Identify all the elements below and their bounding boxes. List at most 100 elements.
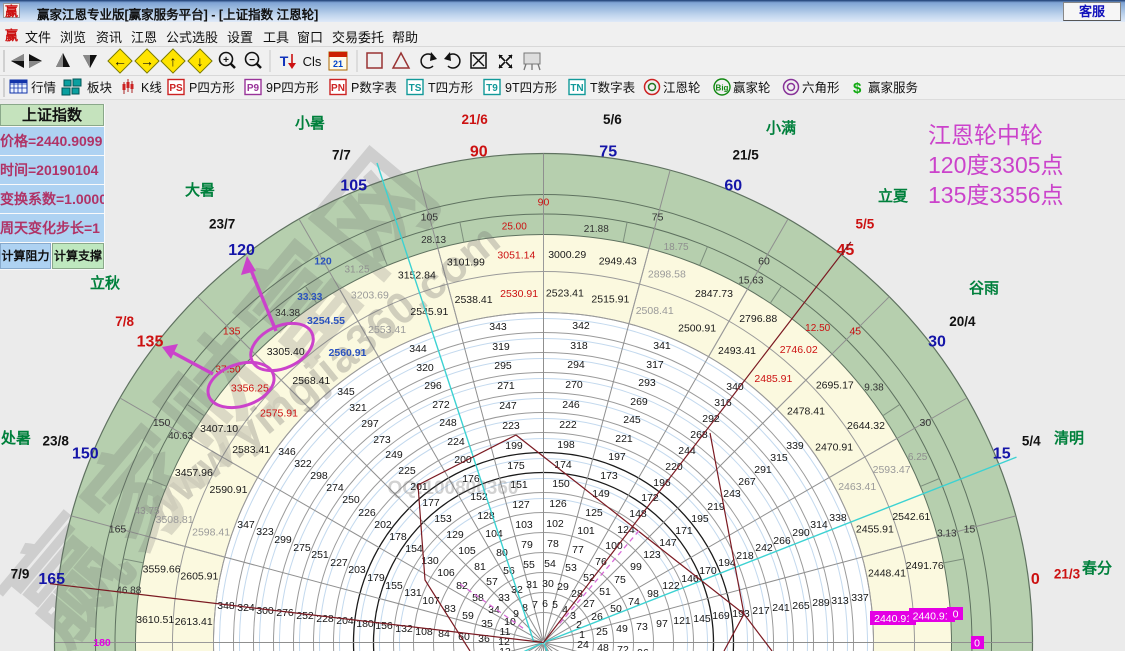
svg-text:154: 154 (405, 543, 423, 555)
svg-text:15.63: 15.63 (738, 276, 763, 287)
svg-text:15: 15 (964, 523, 976, 535)
svg-text:TS: TS (409, 83, 422, 94)
svg-text:58: 58 (472, 592, 484, 604)
svg-text:101: 101 (577, 525, 595, 537)
svg-text:252: 252 (296, 610, 314, 622)
svg-text:150: 150 (72, 446, 99, 463)
svg-text:3305.40: 3305.40 (267, 346, 305, 358)
svg-text:120度3305点: 120度3305点 (928, 152, 1064, 178)
svg-text:PN: PN (331, 83, 345, 94)
svg-text:199: 199 (505, 440, 523, 452)
svg-text:105: 105 (340, 177, 367, 194)
svg-text:274: 274 (326, 482, 344, 494)
svg-text:203: 203 (348, 564, 366, 576)
svg-text:21/6: 21/6 (461, 112, 488, 127)
svg-text:31.25: 31.25 (344, 264, 369, 275)
svg-text:171: 171 (675, 525, 693, 537)
svg-text:165: 165 (109, 523, 127, 535)
svg-text:29: 29 (557, 581, 569, 593)
svg-text:春分: 春分 (1082, 559, 1112, 577)
svg-text:18.75: 18.75 (664, 242, 689, 253)
svg-text:13: 13 (499, 646, 511, 651)
svg-text:245: 245 (623, 414, 641, 426)
svg-text:322: 322 (294, 458, 312, 470)
svg-text:338: 338 (829, 512, 847, 524)
svg-text:150: 150 (153, 417, 171, 429)
svg-text:3356.25: 3356.25 (231, 382, 269, 394)
svg-text:75: 75 (599, 144, 617, 161)
svg-text:K线: K线 (141, 81, 162, 95)
svg-text:28.13: 28.13 (421, 235, 446, 246)
svg-text:150: 150 (552, 478, 570, 490)
svg-text:275: 275 (293, 542, 311, 554)
svg-text:2448.41: 2448.41 (868, 568, 906, 580)
svg-text:Cls: Cls (303, 54, 322, 69)
svg-text:223: 223 (502, 420, 520, 432)
svg-text:0: 0 (1031, 571, 1040, 588)
svg-text:248: 248 (439, 417, 457, 429)
svg-text:3: 3 (570, 610, 576, 622)
svg-text:297: 297 (361, 418, 379, 430)
svg-text:2613.41: 2613.41 (175, 616, 213, 628)
svg-text:200: 200 (454, 454, 472, 466)
svg-text:30: 30 (542, 578, 554, 590)
svg-text:121: 121 (673, 615, 691, 627)
svg-text:2590.91: 2590.91 (210, 484, 248, 496)
svg-text:344: 344 (409, 343, 427, 355)
svg-text:77: 77 (572, 544, 584, 556)
svg-text:179: 179 (367, 572, 385, 584)
svg-text:60: 60 (724, 177, 742, 194)
svg-text:241: 241 (772, 602, 790, 614)
svg-text:228: 228 (316, 613, 334, 625)
svg-text:9T四方形: 9T四方形 (505, 80, 558, 95)
svg-text:−: − (249, 55, 255, 66)
svg-text:50: 50 (610, 603, 622, 615)
svg-text:197: 197 (608, 451, 626, 463)
svg-text:←: ← (113, 53, 127, 69)
svg-text:5/5: 5/5 (856, 217, 875, 232)
svg-text:155: 155 (385, 580, 403, 592)
svg-text:7/8: 7/8 (115, 314, 134, 329)
svg-text:6.25: 6.25 (908, 452, 928, 463)
svg-text:45: 45 (849, 326, 861, 338)
svg-text:T数字表: T数字表 (590, 80, 636, 95)
svg-text:2508.41: 2508.41 (636, 305, 674, 317)
svg-text:75: 75 (652, 212, 664, 224)
svg-text:3610.51: 3610.51 (136, 614, 174, 626)
svg-text:55: 55 (523, 559, 535, 571)
svg-text:90: 90 (470, 144, 488, 161)
svg-text:6: 6 (542, 598, 548, 610)
svg-text:43.75: 43.75 (135, 506, 160, 517)
svg-text:3457.96: 3457.96 (175, 467, 213, 479)
svg-text:345: 345 (337, 386, 355, 398)
svg-text:清明: 清明 (1054, 429, 1084, 447)
svg-text:131: 131 (404, 587, 422, 599)
svg-text:222: 222 (559, 419, 577, 431)
svg-text:53: 53 (565, 562, 577, 574)
svg-text:六角形: 六角形 (802, 81, 840, 95)
svg-text:7: 7 (532, 599, 538, 611)
svg-text:247: 247 (499, 400, 517, 412)
svg-text:↓: ↓ (197, 53, 204, 69)
svg-text:21/3: 21/3 (1054, 567, 1081, 582)
svg-text:173: 173 (600, 470, 618, 482)
svg-text:135度3356点: 135度3356点 (928, 182, 1064, 208)
svg-text:25: 25 (596, 626, 608, 638)
svg-text:24: 24 (577, 639, 589, 651)
svg-text:299: 299 (274, 534, 292, 546)
svg-text:204: 204 (336, 615, 354, 627)
svg-text:0: 0 (974, 638, 980, 650)
svg-text:+: + (223, 55, 229, 66)
svg-text:大暑: 大暑 (185, 181, 215, 199)
svg-text:48: 48 (597, 642, 609, 651)
svg-text:126: 126 (549, 498, 567, 510)
svg-text:314: 314 (810, 519, 828, 531)
svg-text:225: 225 (398, 465, 416, 477)
svg-text:227: 227 (330, 557, 348, 569)
svg-text:0: 0 (953, 609, 959, 621)
svg-text:156: 156 (375, 620, 393, 632)
svg-text:294: 294 (567, 359, 585, 371)
svg-text:9.38: 9.38 (864, 383, 884, 394)
svg-text:339: 339 (786, 440, 804, 452)
svg-text:T9: T9 (486, 83, 498, 94)
